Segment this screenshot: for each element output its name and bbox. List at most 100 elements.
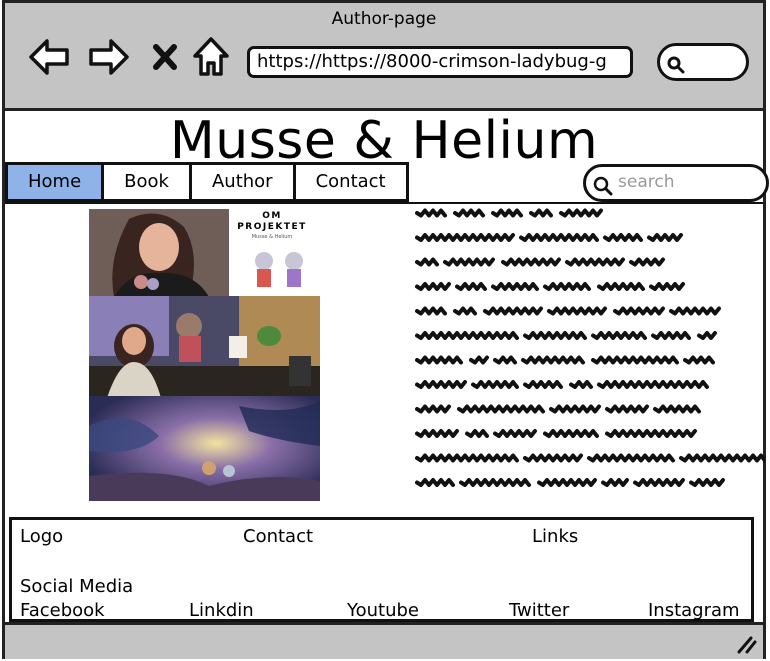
scribble-word [679,453,765,463]
scribble-word [415,306,447,316]
scribble-word [471,380,519,389]
scribble-word [453,208,485,218]
scribble-word [443,257,495,267]
back-button[interactable] [27,35,71,79]
scribble-word [415,478,455,487]
book-cover-image [89,396,320,501]
author-promo-image: OM PROJEKTET Musse & Helium [89,209,320,297]
scribble-word [415,257,439,267]
address-bar[interactable]: https://https://8000-crimson-ladybug-g [247,46,633,78]
scribble-word [591,355,679,365]
scribble-word [587,453,675,463]
scribble-word [537,478,597,487]
resize-grip-icon[interactable] [735,634,757,654]
footer-linkdin-link[interactable]: Linkdin [189,600,254,621]
scribble-word [649,282,685,291]
scribble-word [591,331,647,340]
footer-instagram-link[interactable]: Instagram [648,600,740,621]
home-button[interactable] [189,35,233,79]
author-studio-image [89,296,320,398]
footer-social-heading: Social Media [20,576,134,597]
main-nav: Home Book Author Contact [5,162,409,202]
scribble-word [415,404,451,414]
tab-book[interactable]: Book [104,165,192,199]
scribble-word [457,404,545,414]
footer-facebook-link[interactable]: Facebook [20,600,105,621]
tab-home[interactable]: Home [8,165,105,199]
scribble-word [465,429,489,438]
scribble-word [415,429,459,438]
tab-author[interactable]: Author [192,165,296,199]
scribble-word [653,404,701,414]
scribble-word [569,380,593,389]
scribble-word [519,233,599,242]
scribble-word [547,306,607,316]
search-placeholder: search [618,172,675,192]
scribble-word [523,331,587,340]
scribble-word [651,331,691,340]
scribble-word [543,282,591,291]
scribble-word [523,380,563,389]
scribble-word [455,282,487,291]
footer-youtube-link[interactable]: Youtube [347,600,419,621]
promo-subtitle: Musse & Helium [251,234,293,240]
scribble-word [683,355,715,365]
scribble-word [501,257,561,267]
scribble-word [697,331,717,340]
scribble-word [613,306,665,316]
placeholder-text-block [415,208,765,487]
scribble-word [565,257,625,267]
scribble-word [459,478,531,487]
search-icon [667,56,685,74]
scribble-word [415,233,515,242]
scribble-word [415,355,463,365]
scribble-word [669,306,721,316]
footer-links-heading: Links [532,526,579,547]
scribble-word [559,208,603,218]
scribble-word [415,208,447,218]
scribble-word [483,306,543,316]
scribble-word [523,453,583,463]
footer-twitter-link[interactable]: Twitter [509,600,569,621]
scribble-word [629,257,665,267]
scribble-word [415,331,519,340]
browser-chrome: Author-page https://https://8000-crimson… [5,3,763,111]
browser-window: Author-page https://https://8000-crimson… [2,0,769,659]
scribble-word [633,478,685,487]
promo-title: OM PROJEKTET [237,211,307,232]
scribble-word [601,478,629,487]
search-icon [593,176,613,196]
scribble-word [469,355,489,365]
scribble-word [415,282,451,291]
tab-contact[interactable]: Contact [296,165,406,199]
scribble-word [647,233,683,242]
scribble-word [543,429,599,438]
scribble-word [493,355,517,365]
back-arrow-icon [29,39,69,75]
scribble-word [491,282,539,291]
footer-logo[interactable]: Logo [20,526,63,547]
scribble-word [491,208,523,218]
scribble-word [521,355,585,365]
scribble-word [597,380,709,389]
site-footer: Logo Contact Links Social Media Facebook… [9,517,754,622]
scribble-word [453,306,477,316]
home-icon [193,37,229,76]
scribble-word [605,429,697,438]
browser-search-field[interactable] [657,43,749,81]
scribble-word [689,478,725,487]
browser-status-bar [5,622,763,659]
stop-button[interactable] [143,35,187,79]
scribble-word [415,380,467,389]
forward-button[interactable] [87,35,131,79]
forward-arrow-icon [89,39,129,75]
scribble-word [549,404,601,414]
scribble-word [415,453,519,463]
scribble-word [605,404,649,414]
window-title: Author-page [331,9,437,29]
scribble-word [493,429,537,438]
footer-contact-link[interactable]: Contact [243,526,313,547]
close-icon [153,44,177,70]
search-input[interactable]: search [583,164,769,202]
scribble-word [597,282,645,291]
